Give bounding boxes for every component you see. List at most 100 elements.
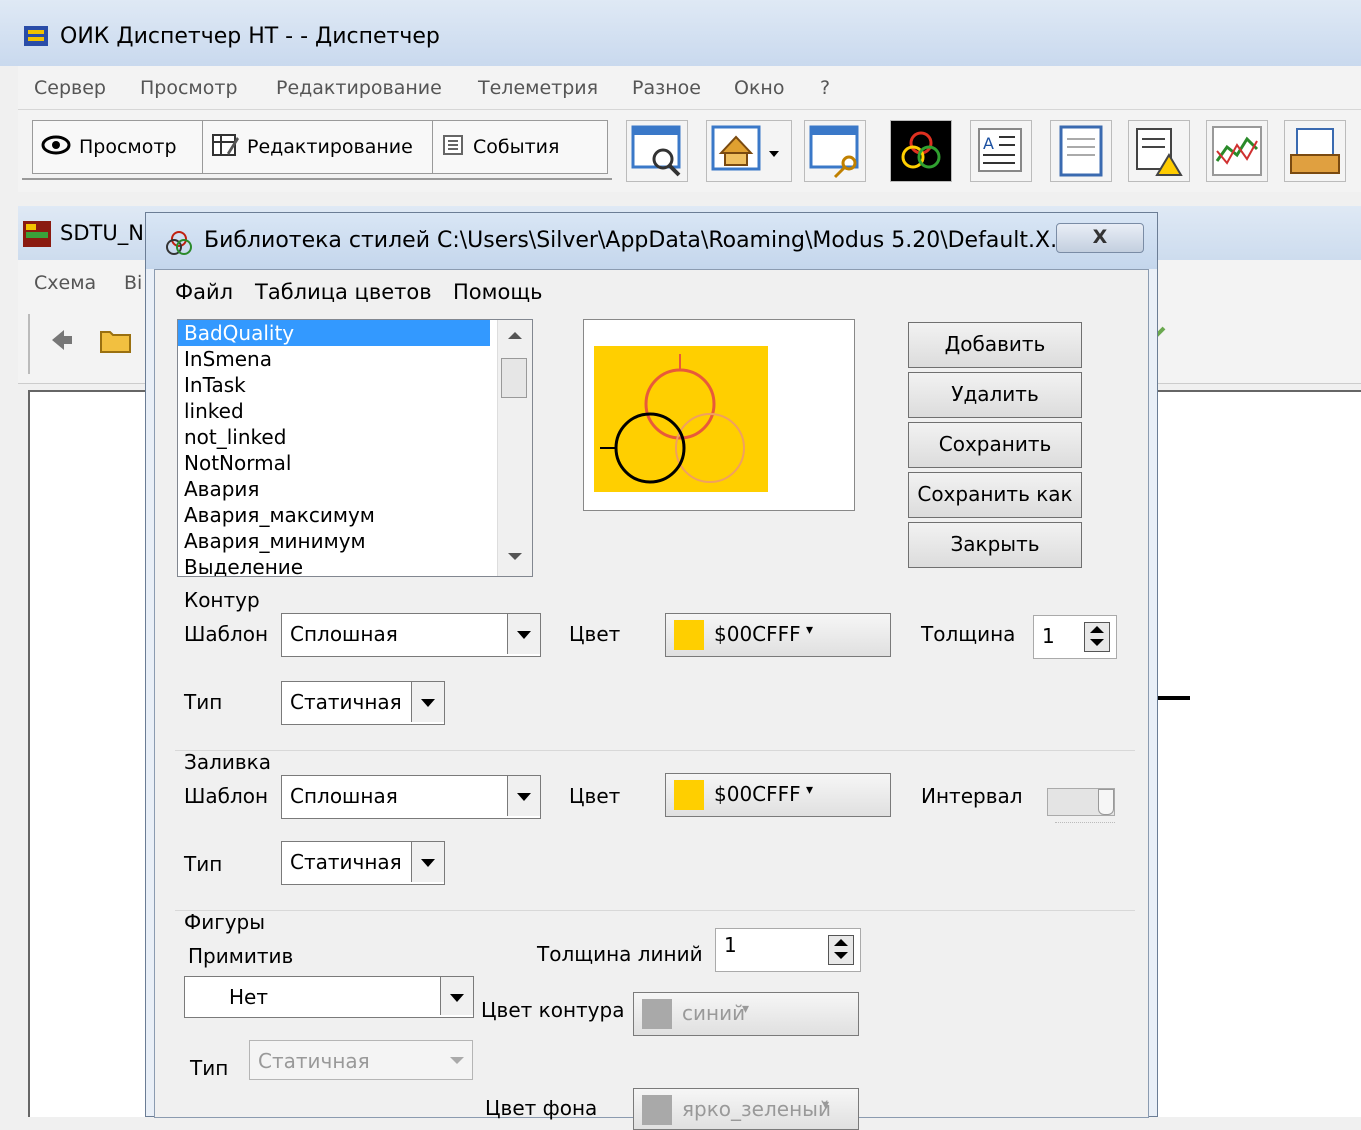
edit-grid-icon xyxy=(211,131,239,164)
search-window-icon[interactable] xyxy=(626,120,688,182)
menu-edit[interactable]: Редактирование xyxy=(276,77,442,99)
contour-type-select[interactable]: Статичная xyxy=(281,681,445,725)
fill-type-label: Тип xyxy=(184,852,223,876)
dialog-menu-file[interactable]: Файл xyxy=(175,280,233,304)
style-library-dialog: Библиотека стилей C:\Users\Silver\AppDat… xyxy=(145,212,1158,1130)
chevron-down-icon[interactable] xyxy=(411,842,444,882)
text-format-icon[interactable]: A xyxy=(970,120,1032,182)
menu-child-second[interactable]: Ві xyxy=(124,272,142,294)
slider-ticks xyxy=(1055,822,1115,828)
key-window-icon[interactable] xyxy=(804,120,866,182)
menu-window[interactable]: Окно xyxy=(734,77,784,99)
list-item[interactable]: Выделение xyxy=(178,554,532,576)
menu-misc[interactable]: Разное xyxy=(632,77,701,99)
contour-color-value: $00CFFF xyxy=(714,622,801,646)
toolbar-divider xyxy=(22,178,612,180)
delete-button[interactable]: Удалить xyxy=(908,372,1082,418)
tab-events[interactable]: События xyxy=(432,120,608,174)
menu-server[interactable]: Сервер xyxy=(34,77,106,99)
scroll-up-icon[interactable] xyxy=(508,330,522,340)
back-arrow-icon[interactable] xyxy=(50,328,74,357)
group-divider xyxy=(175,910,1135,911)
style-preview xyxy=(583,319,855,511)
contour-color-button[interactable]: $00CFFF ▾ xyxy=(665,613,891,657)
figures-group-label: Фигуры xyxy=(184,910,266,934)
menu-schema[interactable]: Схема xyxy=(34,272,96,294)
figures-contour-color-value: синий xyxy=(682,1001,746,1025)
figures-type-select[interactable]: Статичная xyxy=(249,1040,473,1080)
fill-type-select[interactable]: Статичная xyxy=(281,841,445,885)
scroll-down-icon[interactable] xyxy=(508,552,522,562)
child-window-title: SDTU_N xyxy=(60,221,144,245)
list-scrollbar[interactable] xyxy=(497,320,532,576)
chevron-down-icon[interactable] xyxy=(507,776,540,816)
styles-listbox[interactable]: BadQuality InSmena InTask linked not_lin… xyxy=(177,319,533,577)
primitive-value: Нет xyxy=(229,985,268,1009)
contour-color-label: Цвет xyxy=(569,622,621,646)
fill-template-select[interactable]: Сплошная xyxy=(281,775,541,819)
dialog-menu-help[interactable]: Помощь xyxy=(453,280,543,304)
list-item[interactable]: BadQuality xyxy=(178,320,490,346)
slider-thumb[interactable] xyxy=(1098,789,1114,815)
add-button[interactable]: Добавить xyxy=(908,322,1082,368)
figures-bg-color-value: ярко_зеленый xyxy=(682,1097,831,1121)
home-icon[interactable] xyxy=(706,120,792,182)
style-library-icon[interactable] xyxy=(890,120,952,182)
scroll-thumb[interactable] xyxy=(501,358,527,398)
list-item[interactable]: Авария_минимум xyxy=(178,528,532,554)
dialog-menu-color-table[interactable]: Таблица цветов xyxy=(255,280,432,304)
chevron-down-icon[interactable] xyxy=(411,682,444,722)
open-folder-icon[interactable] xyxy=(100,328,132,359)
contour-template-label: Шаблон xyxy=(184,622,269,646)
dialog-title-bar: Библиотека стилей C:\Users\Silver\AppDat… xyxy=(146,213,1157,269)
close-dialog-button[interactable]: Закрыть xyxy=(908,522,1082,568)
list-item[interactable]: linked xyxy=(178,398,532,424)
tab-view-label: Просмотр xyxy=(79,136,177,158)
chart-icon[interactable] xyxy=(1206,120,1268,182)
svg-text:A: A xyxy=(983,134,994,153)
figures-bg-color-button[interactable]: ярко_зеленый ▾ xyxy=(633,1088,859,1130)
contour-type-value: Статичная xyxy=(290,690,402,714)
interval-slider[interactable] xyxy=(1047,788,1115,816)
list-item[interactable]: not_linked xyxy=(178,424,532,450)
list-item[interactable]: Авария xyxy=(178,476,532,502)
tab-edit[interactable]: Редактирование xyxy=(202,120,448,174)
chevron-down-icon[interactable] xyxy=(507,614,540,654)
color-swatch xyxy=(674,620,704,650)
primitive-select[interactable]: Нет xyxy=(184,976,474,1018)
fill-template-label: Шаблон xyxy=(184,784,269,808)
list-item[interactable]: InTask xyxy=(178,372,532,398)
save-as-button[interactable]: Сохранить как xyxy=(908,472,1082,518)
list-item[interactable]: InSmena xyxy=(178,346,532,372)
child-window-icon xyxy=(23,221,51,247)
close-button[interactable]: X xyxy=(1056,223,1144,253)
events-list-icon xyxy=(441,133,465,162)
contour-template-value: Сплошная xyxy=(290,622,398,646)
contour-thickness-spinner[interactable]: 1 xyxy=(1033,615,1117,659)
chevron-down-icon[interactable] xyxy=(440,977,473,1015)
save-button[interactable]: Сохранить xyxy=(908,422,1082,468)
figures-type-label: Тип xyxy=(190,1056,229,1080)
app-icon xyxy=(24,26,48,46)
contour-thickness-value: 1 xyxy=(1042,624,1055,648)
fill-interval-label: Интервал xyxy=(921,784,1023,808)
fill-color-button[interactable]: $00CFFF ▾ xyxy=(665,773,891,817)
spin-arrows-icon[interactable] xyxy=(828,935,854,965)
line-thickness-spinner[interactable]: 1 xyxy=(715,928,861,972)
contour-template-select[interactable]: Сплошная xyxy=(281,613,541,657)
fill-color-value: $00CFFF xyxy=(714,782,801,806)
spin-arrows-icon[interactable] xyxy=(1084,622,1110,652)
dialog-title: Библиотека стилей C:\Users\Silver\AppDat… xyxy=(204,228,1072,253)
menu-telemetry[interactable]: Телеметрия xyxy=(478,77,598,99)
tab-view[interactable]: Просмотр xyxy=(32,120,218,174)
figures-contour-color-button[interactable]: синий ▾ xyxy=(633,992,859,1036)
list-item[interactable]: Авария_максимум xyxy=(178,502,532,528)
list-item[interactable]: NotNormal xyxy=(178,450,532,476)
warning-document-icon[interactable] xyxy=(1128,120,1190,182)
menu-view[interactable]: Просмотр xyxy=(140,77,238,99)
group-divider xyxy=(175,750,1135,751)
menu-help[interactable]: ? xyxy=(820,77,830,99)
fill-template-value: Сплошная xyxy=(290,784,398,808)
tray-icon[interactable] xyxy=(1284,120,1346,182)
notepad-icon[interactable] xyxy=(1050,120,1112,182)
